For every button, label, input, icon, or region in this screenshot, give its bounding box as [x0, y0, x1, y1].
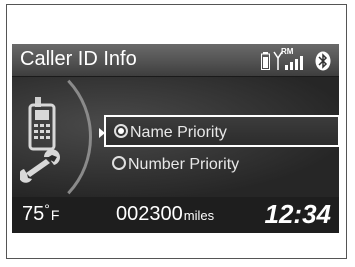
odometer: 002300miles: [116, 203, 214, 226]
status-area: RM: [261, 47, 333, 72]
odometer-unit: miles: [183, 208, 215, 223]
selection-pointer-icon: [99, 128, 105, 138]
degree-symbol: °: [44, 201, 50, 217]
battery-icon: [261, 52, 270, 70]
option-label: Name Priority: [130, 124, 227, 141]
footer-bar: 75°F 002300miles 12:34: [12, 197, 339, 233]
radio-unselected-icon: [112, 155, 126, 170]
option-label: Number Priority: [128, 156, 240, 173]
option-number-priority[interactable]: Number Priority: [104, 149, 339, 181]
temperature-unit: F: [50, 207, 60, 223]
temperature-value: 75: [22, 203, 45, 225]
odometer-value: 002300: [116, 203, 183, 225]
clock: 12:34: [264, 199, 332, 229]
option-name-priority[interactable]: Name Priority: [99, 115, 339, 147]
roaming-icon: RM: [281, 47, 294, 56]
display-screen: Caller ID Info RM Name Priority Number P…: [12, 44, 339, 233]
bluetooth-icon: [315, 51, 331, 71]
menu-area: Name Priority Number Priority: [12, 57, 339, 217]
phone-settings-icon: [18, 87, 90, 187]
outside-temperature: 75°F: [22, 201, 60, 226]
radio-selected-icon: [114, 123, 128, 138]
